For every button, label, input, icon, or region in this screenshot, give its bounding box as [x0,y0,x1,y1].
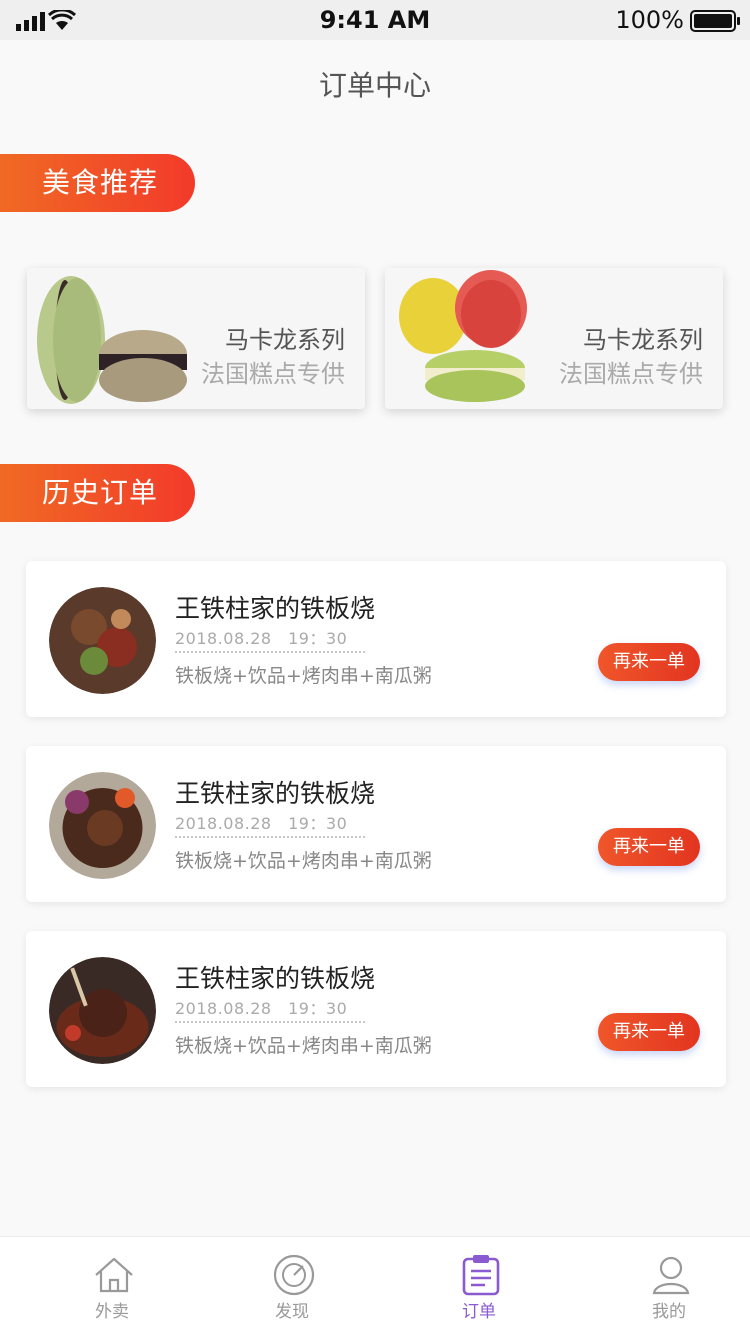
order-card[interactable]: 王铁柱家的铁板烧 2018.08.28 19：30 铁板烧+饮品+烤肉串+南瓜粥… [26,561,726,717]
recommend-card[interactable]: 马卡龙系列 法国糕点专供 [27,268,365,409]
reorder-button[interactable]: 再来一单 [598,1013,700,1051]
tab-label: 发现 [275,1302,309,1322]
clipboard-icon [462,1255,500,1296]
tab-label: 外卖 [95,1302,129,1322]
order-items: 铁板烧+饮品+烤肉串+南瓜粥 [175,1035,432,1057]
recommend-title: 马卡龙系列 [225,326,345,354]
order-date: 2018.08.28 19：30 [175,814,348,833]
divider [175,836,365,838]
recommend-card[interactable]: 马卡龙系列 法国糕点专供 [385,268,723,409]
recommend-subtitle: 法国糕点专供 [559,360,703,388]
dish-image [49,957,156,1064]
tab-label: 我的 [652,1302,686,1322]
divider [175,651,365,653]
order-date: 2018.08.28 19：30 [175,999,348,1018]
section-recommend-label: 美食推荐 [0,154,195,212]
section-history-label: 历史订单 [0,464,195,522]
shop-name: 王铁柱家的铁板烧 [175,779,376,808]
reorder-button[interactable]: 再来一单 [598,643,700,681]
dish-image [49,587,156,694]
order-card[interactable]: 王铁柱家的铁板烧 2018.08.28 19：30 铁板烧+饮品+烤肉串+南瓜粥… [26,931,726,1087]
compass-icon [273,1254,315,1296]
order-card[interactable]: 王铁柱家的铁板烧 2018.08.28 19：30 铁板烧+饮品+烤肉串+南瓜粥… [26,746,726,902]
recommend-subtitle: 法国糕点专供 [201,360,345,388]
shop-name: 王铁柱家的铁板烧 [175,594,376,623]
tab-orders[interactable]: 订单 [419,1237,539,1334]
order-items: 铁板烧+饮品+烤肉串+南瓜粥 [175,850,432,872]
divider [175,1021,365,1023]
tab-mine[interactable]: 我的 [609,1237,729,1334]
page-title: 订单中心 [318,69,431,102]
tab-label: 订单 [462,1302,496,1322]
macaron-image [37,276,187,404]
recommend-title: 马卡龙系列 [583,326,703,354]
dish-image [49,772,156,879]
tab-takeout[interactable]: 外卖 [52,1237,172,1334]
battery-percent: 100% [615,6,684,34]
user-icon [652,1256,690,1295]
tab-discover[interactable]: 发现 [232,1237,352,1334]
battery-icon [690,10,740,32]
order-items: 铁板烧+饮品+烤肉串+南瓜粥 [175,665,432,687]
shop-name: 王铁柱家的铁板烧 [175,964,376,993]
home-icon [95,1257,133,1293]
macaron-image [399,270,527,402]
reorder-button[interactable]: 再来一单 [598,828,700,866]
tab-bar: 外卖 发现 订单 我的 [0,1236,750,1334]
status-bar: 9:41 AM 100% [0,0,750,40]
order-date: 2018.08.28 19：30 [175,629,348,648]
